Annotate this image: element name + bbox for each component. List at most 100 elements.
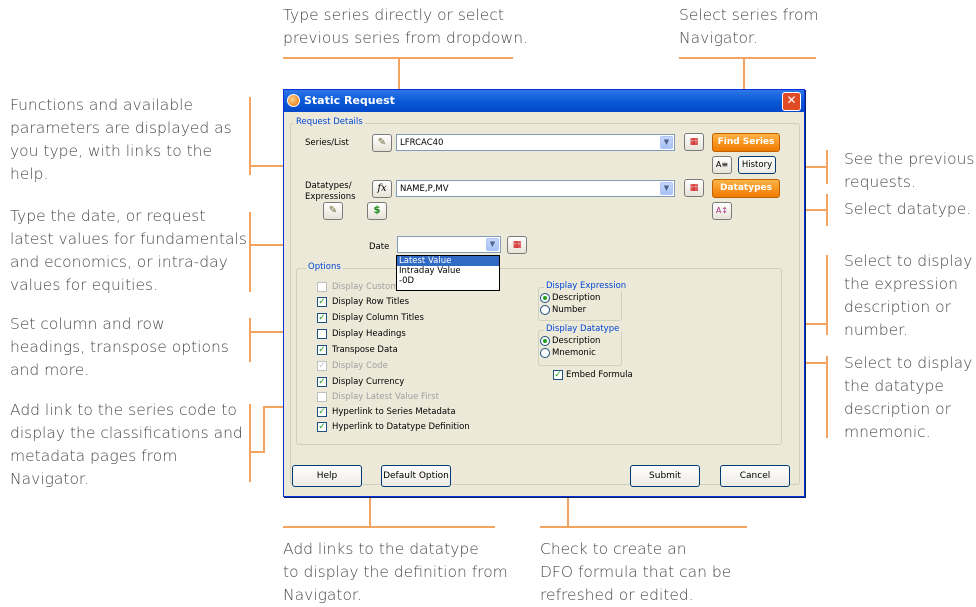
date-option[interactable]: Latest Value	[397, 256, 499, 266]
date-label: Date	[369, 242, 390, 252]
datatypes-navigator-button[interactable]: ▦	[684, 179, 704, 197]
annotation-line: Navigator.	[679, 29, 758, 47]
series-input[interactable]: LFRCAC40 ▼	[396, 134, 675, 151]
annotation-line: Select to display	[844, 354, 973, 372]
datatype-mnemonic-radio[interactable]	[540, 348, 550, 358]
datatypes-button[interactable]: Datatypes	[712, 179, 780, 198]
series-navigator-button[interactable]: ▦	[684, 133, 704, 151]
edit-icon: ✎	[377, 137, 387, 148]
datatypes-label-line2: Expressions	[305, 192, 356, 202]
annotation-line: requests.	[844, 173, 916, 191]
datatype-picker-button[interactable]: A↕	[712, 202, 732, 220]
option-checkbox[interactable]: ✓	[317, 361, 327, 371]
option-checkbox[interactable]	[317, 392, 327, 402]
annotation-line: values for equities.	[10, 276, 159, 294]
currency-button[interactable]: $	[367, 202, 387, 220]
series-label: Series/List	[305, 138, 349, 148]
default-option-button[interactable]: Default Option	[381, 465, 451, 487]
title-bar[interactable]: Static Request ✕	[284, 90, 804, 112]
annotation-line: Type the date, or request	[10, 207, 206, 225]
annotation-line: the datatype	[844, 377, 944, 395]
annotation-expression-display: Select to display the expression descrip…	[844, 250, 972, 342]
option-label: Display Currency	[332, 377, 405, 387]
date-input[interactable]: ▼	[397, 236, 501, 253]
help-button[interactable]: Help	[292, 465, 362, 487]
connector-line	[826, 356, 828, 438]
annotation-line: help.	[10, 165, 49, 183]
annotation-line: description or	[844, 400, 951, 418]
history-button[interactable]: History	[738, 156, 776, 174]
annotation-line: parameters are displayed as	[10, 119, 232, 137]
date-option[interactable]: Intraday Value	[397, 266, 499, 276]
annotation-line: Add links to the datatype	[283, 540, 479, 558]
connector-line	[540, 526, 747, 528]
annotation-line: Navigator.	[10, 470, 89, 488]
datatype-description-radio[interactable]	[540, 336, 550, 346]
chevron-down-icon[interactable]: ▼	[660, 136, 673, 149]
find-series-button[interactable]: Find Series	[712, 133, 780, 152]
option-checkbox[interactable]: ✓	[317, 407, 327, 417]
annotation-datatype-display: Select to display the datatype descripti…	[844, 352, 972, 444]
datatypes-edit-button[interactable]: ✎	[323, 202, 343, 220]
annotation-line: to display the definition from	[283, 563, 508, 581]
embed-formula-label: Embed Formula	[566, 370, 633, 380]
option-label: Transpose Data	[332, 345, 398, 355]
expression-description-radio[interactable]	[540, 293, 550, 303]
datatypes-input[interactable]: NAME,P,MV ▼	[396, 180, 675, 197]
option-checkbox[interactable]: ✓	[317, 313, 327, 323]
option-label: Hyperlink to Datatype Definition	[332, 422, 470, 432]
annotation-embed-formula: Check to create an DFO formula that can …	[540, 538, 731, 607]
date-dropdown-list[interactable]: Latest Value Intraday Value -0D	[396, 255, 500, 291]
lookup-icon: A≡	[715, 160, 729, 169]
annotation-line: See the previous	[844, 150, 975, 168]
chevron-down-icon[interactable]: ▼	[486, 238, 499, 251]
date-navigator-button[interactable]: ▦	[507, 236, 527, 254]
cancel-button[interactable]: Cancel	[720, 465, 790, 487]
expression-option-label: Description	[552, 293, 601, 303]
function-button[interactable]: fx	[372, 180, 392, 198]
app-icon	[287, 94, 300, 107]
connector-line	[249, 318, 251, 362]
date-option[interactable]: -0D	[397, 276, 499, 286]
option-checkbox[interactable]	[317, 282, 327, 292]
annotation-line: latest values for fundamentals	[10, 230, 247, 248]
chevron-down-icon[interactable]: ▼	[660, 182, 673, 195]
option-checkbox[interactable]: ✓	[317, 422, 327, 432]
series-lookup-button[interactable]: A≡	[712, 156, 732, 174]
annotation-line: and economics, or intra-day	[10, 253, 228, 271]
connector-line	[249, 97, 251, 175]
annotation-series-input: Type series directly or select previous …	[283, 4, 528, 50]
series-edit-button[interactable]: ✎	[372, 134, 392, 152]
annotation-series-link: Add link to the series code to display t…	[10, 399, 243, 491]
option-label: Display Custom	[332, 282, 399, 292]
series-value: LFRCAC40	[400, 138, 444, 148]
dollar-icon: $	[373, 205, 381, 216]
navigator-icon: ▦	[689, 183, 699, 193]
navigator-icon: ▦	[689, 137, 699, 147]
submit-button[interactable]: Submit	[630, 465, 700, 487]
annotation-line: description or	[844, 298, 951, 316]
edit-icon: ✎	[328, 205, 338, 216]
option-checkbox[interactable]: ✓	[317, 297, 327, 307]
display-expression-label: Display Expression	[544, 281, 629, 291]
embed-formula-checkbox[interactable]: ✓	[553, 370, 563, 380]
option-checkbox[interactable]	[317, 329, 327, 339]
option-label: Display Code	[332, 361, 388, 371]
expression-number-radio[interactable]	[540, 305, 550, 315]
annotation-line: previous series from dropdown.	[283, 29, 528, 47]
navigator-icon: ▦	[512, 240, 522, 250]
annotation-functions: Functions and available parameters are d…	[10, 94, 232, 186]
static-request-dialog: Static Request ✕ Request Details Series/…	[283, 89, 805, 497]
annotation-line: Select to display	[844, 252, 973, 270]
option-label: Display Latest Value First	[332, 392, 439, 402]
option-label: Display Column Titles	[332, 313, 424, 323]
dialog-title: Static Request	[304, 94, 395, 107]
close-icon[interactable]: ✕	[782, 92, 801, 111]
option-checkbox[interactable]: ✓	[317, 345, 327, 355]
annotation-line: headings, transpose options	[10, 338, 229, 356]
option-label: Display Row Titles	[332, 297, 410, 307]
option-checkbox[interactable]: ✓	[317, 377, 327, 387]
annotation-history: See the previous requests.	[844, 148, 974, 194]
annotation-line: mnemonic.	[844, 423, 931, 441]
annotation-line: Check to create an	[540, 540, 687, 558]
